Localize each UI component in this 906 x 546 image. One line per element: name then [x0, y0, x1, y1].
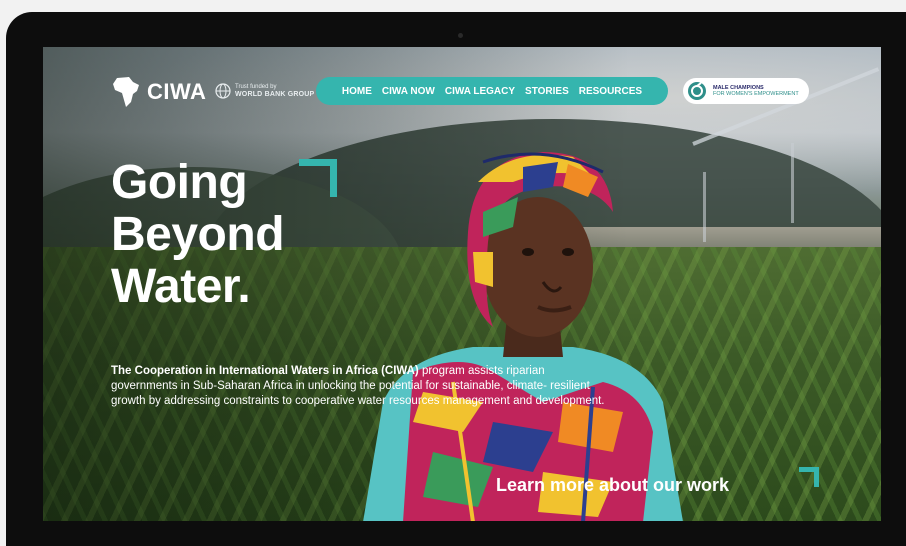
website-screen: CIWA Trust funded by WORLD BANK GROUP HO…: [43, 47, 881, 521]
title-bracket-decoration: [299, 159, 337, 197]
hero-photo-woman: [343, 102, 703, 521]
hero-title-line2: Beyond: [111, 208, 285, 261]
nav-item-home[interactable]: HOME: [342, 86, 372, 97]
partner-name: WORLD BANK GROUP: [235, 91, 315, 98]
world-bank-logo[interactable]: Trust funded by WORLD BANK GROUP: [215, 83, 314, 99]
logo-text: CIWA: [147, 79, 207, 104]
badge-line2: FOR WOMEN'S EMPOWERMENT: [713, 91, 799, 97]
badge-text: MALE CHAMPIONS FOR WOMEN'S EMPOWERMENT: [713, 85, 799, 98]
hero-description-bold: The Cooperation in International Waters …: [111, 365, 419, 377]
nav-item-resources[interactable]: RESOURCES: [579, 86, 642, 97]
ciwa-logo[interactable]: CIWA: [111, 75, 206, 109]
nav-item-ciwa-legacy[interactable]: CIWA LEGACY: [445, 86, 515, 97]
hero-title-line3: Water.: [111, 260, 251, 313]
camera-dot: [458, 33, 463, 38]
nav-item-stories[interactable]: STORIES: [525, 86, 569, 97]
main-nav: HOME CIWA NOW CIWA LEGACY STORIES RESOUR…: [316, 77, 668, 105]
africa-continent-icon: [113, 77, 139, 107]
partner-text: Trust funded by WORLD BANK GROUP: [235, 84, 314, 98]
hero-description: The Cooperation in International Waters …: [111, 364, 611, 409]
cta-bracket-decoration: [799, 467, 819, 487]
male-champions-icon: [688, 82, 706, 100]
nav-item-ciwa-now[interactable]: CIWA NOW: [382, 86, 435, 97]
partner-small-text: Trust funded by: [235, 84, 277, 90]
globe-icon: [215, 83, 231, 99]
woman-illustration: [363, 152, 683, 521]
learn-more-link[interactable]: Learn more about our work: [496, 475, 729, 496]
male-champions-badge[interactable]: MALE CHAMPIONS FOR WOMEN'S EMPOWERMENT: [683, 78, 809, 104]
